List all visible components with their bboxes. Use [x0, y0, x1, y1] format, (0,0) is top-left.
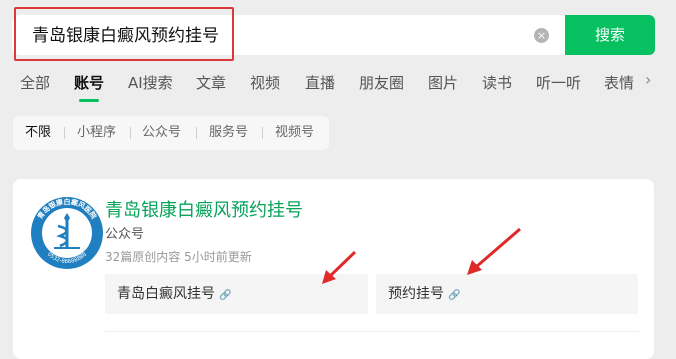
tab-images[interactable]: 图片: [428, 66, 458, 102]
tab-articles[interactable]: 文章: [196, 66, 226, 102]
account-type-label: 公众号: [105, 227, 145, 242]
divider: [105, 331, 639, 332]
filter-divider: [196, 127, 197, 139]
filter-divider: [64, 127, 65, 139]
service-link-label: 青岛白癜风挂号: [117, 286, 215, 302]
tab-accounts[interactable]: 账号: [74, 66, 104, 102]
tab-reading[interactable]: 读书: [482, 66, 512, 102]
tab-live[interactable]: 直播: [305, 66, 335, 102]
filter-bar: 不限 小程序 公众号 服务号 视频号: [13, 116, 329, 150]
link-icon: 🔗: [448, 290, 461, 301]
tabs-more-icon[interactable]: ›: [645, 70, 651, 89]
account-meta: 32篇原创内容 5小时前更新: [105, 250, 252, 264]
tab-videos[interactable]: 视频: [250, 66, 280, 102]
filter-official-account[interactable]: 公众号: [142, 116, 181, 150]
filter-divider: [130, 127, 131, 139]
filter-service-account[interactable]: 服务号: [209, 116, 248, 150]
filter-channels[interactable]: 视频号: [275, 116, 314, 150]
annotation-highlight-box: [14, 7, 234, 61]
account-avatar[interactable]: 青岛银康白癜风医院 0532-86688888: [30, 196, 104, 270]
tab-all[interactable]: 全部: [20, 66, 50, 102]
tab-bar: 全部 账号 AI搜索 文章 视频 直播 朋友圈 图片 读书 听一听 表情: [0, 66, 676, 102]
tab-stickers[interactable]: 表情: [604, 66, 634, 102]
hospital-logo-icon: 青岛银康白癜风医院 0532-86688888: [31, 197, 103, 269]
link-icon: 🔗: [219, 290, 232, 301]
filter-divider: [262, 127, 263, 139]
tab-moments[interactable]: 朋友圈: [359, 66, 404, 102]
account-name[interactable]: 青岛银康白癜风预约挂号: [105, 196, 303, 222]
clear-icon[interactable]: ×: [534, 28, 549, 43]
filter-all[interactable]: 不限: [25, 116, 51, 150]
annotation-arrow-icon: [322, 250, 357, 284]
tab-ai-search[interactable]: AI搜索: [128, 66, 173, 102]
service-link-label: 预约挂号: [388, 286, 444, 302]
annotation-arrow-icon: [467, 227, 521, 275]
tab-listen[interactable]: 听一听: [536, 66, 581, 102]
filter-mini-program[interactable]: 小程序: [77, 116, 116, 150]
search-button[interactable]: 搜索: [565, 15, 655, 55]
service-link-appointment-registration[interactable]: 预约挂号 🔗: [376, 274, 638, 314]
